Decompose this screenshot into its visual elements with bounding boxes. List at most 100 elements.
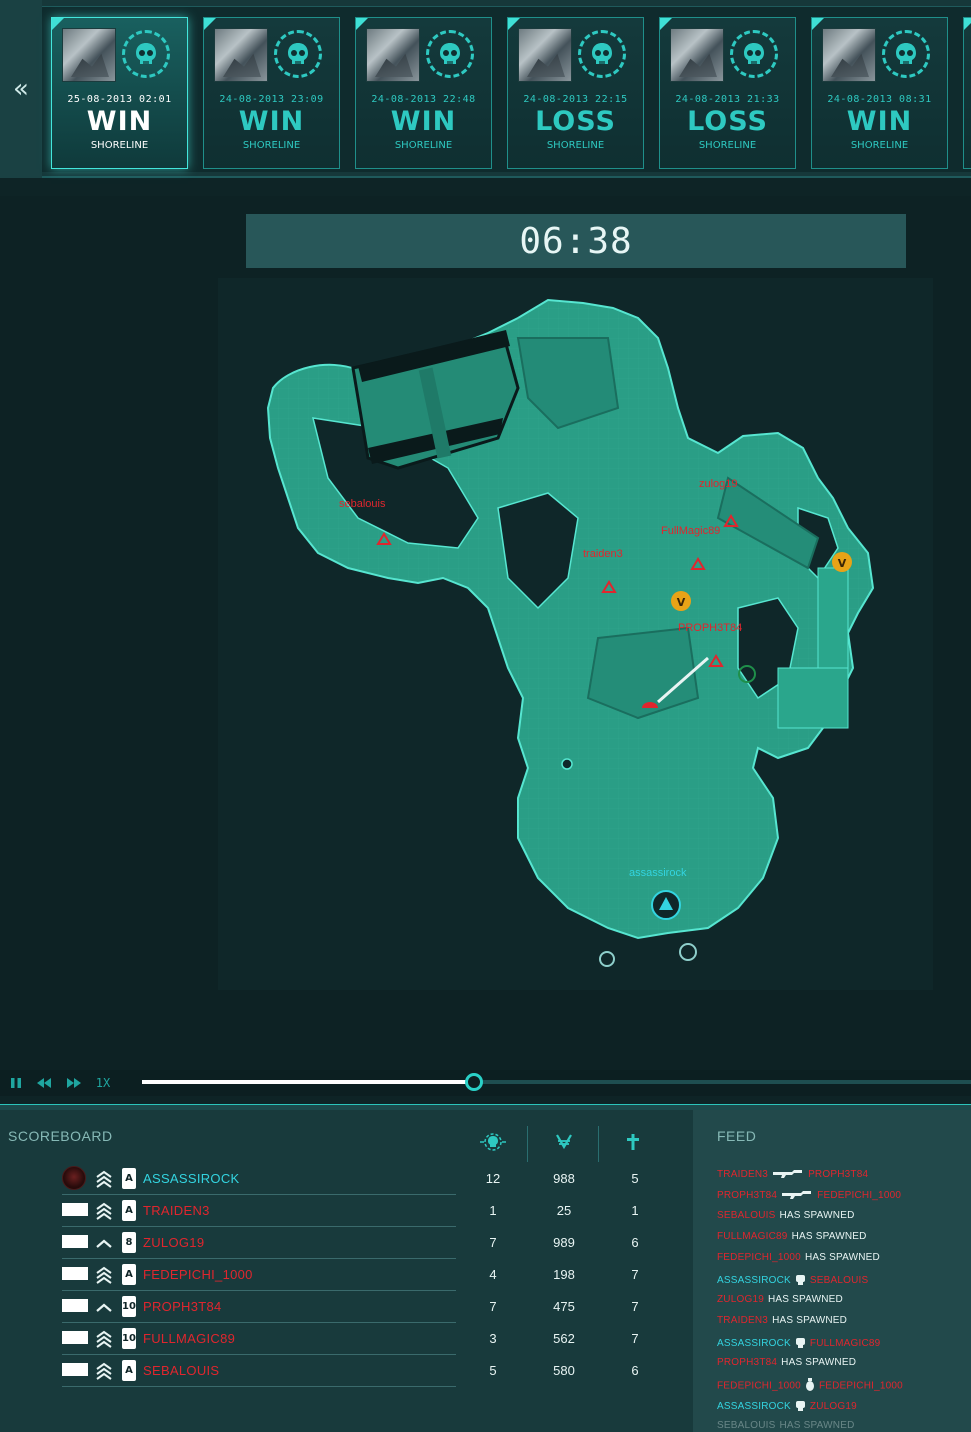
match-card[interactable]: 24-08-2013 08:31 WIN SHORELINE	[811, 17, 948, 169]
playing-card-icon: A	[122, 1200, 136, 1221]
match-card[interactable]: 24-08-2013 21:33 LOSS SHORELINE	[659, 17, 796, 169]
feed-actor: ASSASSIROCK	[717, 1338, 791, 1350]
pause-icon	[11, 1078, 21, 1088]
scoreboard-row[interactable]: A FEDEPICHI_1000 4 198 7	[62, 1259, 639, 1291]
avatar	[62, 1203, 88, 1216]
feed-spawn-text: HAS SPAWNED	[781, 1357, 857, 1368]
deaths-value: 5	[631, 1171, 639, 1186]
match-date: 25-08-2013 02:01	[67, 94, 172, 105]
match-map-name: SHORELINE	[90, 140, 149, 151]
feed-entry: ASSASSIROCK ZULOG19	[717, 1399, 857, 1414]
map-terrain: V V	[266, 298, 875, 967]
feed-actor: FEDEPICHI_1000	[717, 1252, 801, 1263]
player-name: PROPH3T84	[143, 1299, 222, 1314]
playing-card-icon: 10	[122, 1328, 136, 1349]
rifle-icon	[772, 1168, 804, 1181]
back-button[interactable]: «	[0, 0, 42, 178]
deaths-icon	[613, 1130, 653, 1154]
match-card[interactable]: 24-08-2013 22:48 WIN SHORELINE	[355, 17, 492, 169]
map-thumbnail	[518, 28, 572, 82]
feed-entry: SEBALOUIS HAS SPAWNED	[717, 1420, 855, 1431]
skull-icon	[122, 30, 170, 78]
map-thumbnail	[214, 28, 268, 82]
feed-spawn-text: HAS SPAWNED	[772, 1315, 848, 1326]
loot-marker[interactable]: V	[832, 552, 852, 572]
deaths-value: 7	[631, 1267, 639, 1282]
rank-chevron-icon	[96, 1362, 112, 1380]
feed-entry: ZULOG19 HAS SPAWNED	[717, 1294, 843, 1305]
playing-card-icon: 10	[122, 1296, 136, 1317]
match-date: 24-08-2013 22:15	[523, 94, 628, 105]
svg-text:V: V	[838, 557, 847, 570]
rewind-button[interactable]	[32, 1074, 56, 1092]
player-marker-assassirock[interactable]	[651, 890, 681, 920]
match-card[interactable]: 25-08-2013 02:01 WIN SHORELINE	[51, 17, 188, 169]
timer-bar: 06:38	[246, 214, 906, 268]
kills-value: 3	[489, 1331, 497, 1346]
player-name: ASSASSIROCK	[143, 1171, 240, 1186]
rank-chevron-icon	[96, 1330, 112, 1348]
feed-entry: TRAIDEN3 HAS SPAWNED	[717, 1315, 847, 1326]
scoreboard-title: SCOREBOARD	[8, 1128, 113, 1144]
player-name: TRAIDEN3	[143, 1203, 210, 1218]
rank-chevron-icon	[96, 1202, 112, 1220]
feed-actor: TRAIDEN3	[717, 1315, 769, 1326]
feed-actor: SEBALOUIS	[717, 1210, 776, 1221]
player-name: SEBALOUIS	[143, 1363, 220, 1378]
feed-actor: PROPH3T84	[717, 1190, 778, 1202]
scoreboard-row[interactable]: A ASSASSIROCK 12 988 5	[62, 1163, 639, 1195]
match-cards: 25-08-2013 02:01 WIN SHORELINE 24-08-201…	[42, 6, 971, 172]
avatar	[62, 1166, 86, 1190]
scoreboard-row[interactable]: 10 PROPH3T84 7 475 7	[62, 1291, 639, 1323]
avatar	[62, 1363, 88, 1376]
match-card-partial[interactable]	[963, 17, 971, 169]
scoreboard-row[interactable]: A TRAIDEN3 1 25 1	[62, 1195, 639, 1227]
speed-button[interactable]: 1X	[91, 1074, 115, 1092]
feed-target: FEDEPICHI_1000	[818, 1380, 903, 1392]
match-history-strip: « 25-08-2013 02:01 WIN SHORELINE 24-08-2…	[0, 0, 971, 178]
fast-forward-button[interactable]	[62, 1074, 86, 1092]
match-card[interactable]: 24-08-2013 22:15 LOSS SHORELINE	[507, 17, 644, 169]
money-value: 562	[553, 1331, 575, 1346]
column-divider	[598, 1126, 599, 1162]
deaths-value: 1	[631, 1203, 639, 1218]
feed-actor: ZULOG19	[717, 1294, 764, 1305]
skull-icon	[426, 30, 474, 78]
match-date: 24-08-2013 23:09	[219, 94, 324, 105]
pause-button[interactable]	[6, 1074, 26, 1092]
skull-icon	[274, 30, 322, 78]
kills-value: 5	[489, 1363, 497, 1378]
playing-card-icon: A	[122, 1168, 136, 1189]
feed-spawn-text: HAS SPAWNED	[791, 1231, 867, 1242]
feed-spawn-text: HAS SPAWNED	[779, 1210, 855, 1221]
avatar	[62, 1235, 88, 1248]
avatar	[62, 1299, 88, 1312]
rewind-icon	[37, 1078, 51, 1088]
event-feed: FEED TRAIDEN3 PROPH3T84 PROPH3T84 FEDEPICHI…	[693, 1110, 971, 1432]
loot-marker[interactable]: V	[671, 591, 691, 611]
skull-icon	[730, 30, 778, 78]
player-name: ZULOG19	[143, 1235, 205, 1250]
fist-icon	[795, 1399, 806, 1414]
feed-spawn-text: HAS SPAWNED	[779, 1420, 855, 1431]
match-card[interactable]: 24-08-2013 23:09 WIN SHORELINE	[203, 17, 340, 169]
match-map-name: SHORELINE	[546, 140, 605, 151]
rank-chevron-icon	[96, 1303, 112, 1312]
player-name: FEDEPICHI_1000	[143, 1267, 253, 1282]
feed-actor: ASSASSIROCK	[717, 1401, 791, 1413]
map-view[interactable]: V V sebalouis zulog19 FullMagic89 traide…	[218, 278, 933, 990]
scoreboard-row[interactable]: 8 ZULOG19 7 989 6	[62, 1227, 639, 1259]
scoreboard-row[interactable]: 10 FULLMAGIC89 3 562 7	[62, 1323, 639, 1355]
feed-spawn-text: HAS SPAWNED	[804, 1252, 880, 1263]
feed-actor: SEBALOUIS	[717, 1420, 776, 1431]
feed-entry: ASSASSIROCK SEBALOUIS	[717, 1273, 868, 1288]
avatar	[62, 1267, 88, 1280]
kills-value: 1	[489, 1203, 497, 1218]
progress-handle[interactable]	[464, 1073, 483, 1091]
rifle-icon	[781, 1189, 813, 1202]
scoreboard-row[interactable]: A SEBALOUIS 5 580 6	[62, 1355, 639, 1387]
map-thumbnail	[822, 28, 876, 82]
progress-bar[interactable]	[142, 1073, 971, 1091]
feed-entry: TRAIDEN3 PROPH3T84	[717, 1168, 868, 1181]
card-corner-decoration	[964, 18, 971, 30]
